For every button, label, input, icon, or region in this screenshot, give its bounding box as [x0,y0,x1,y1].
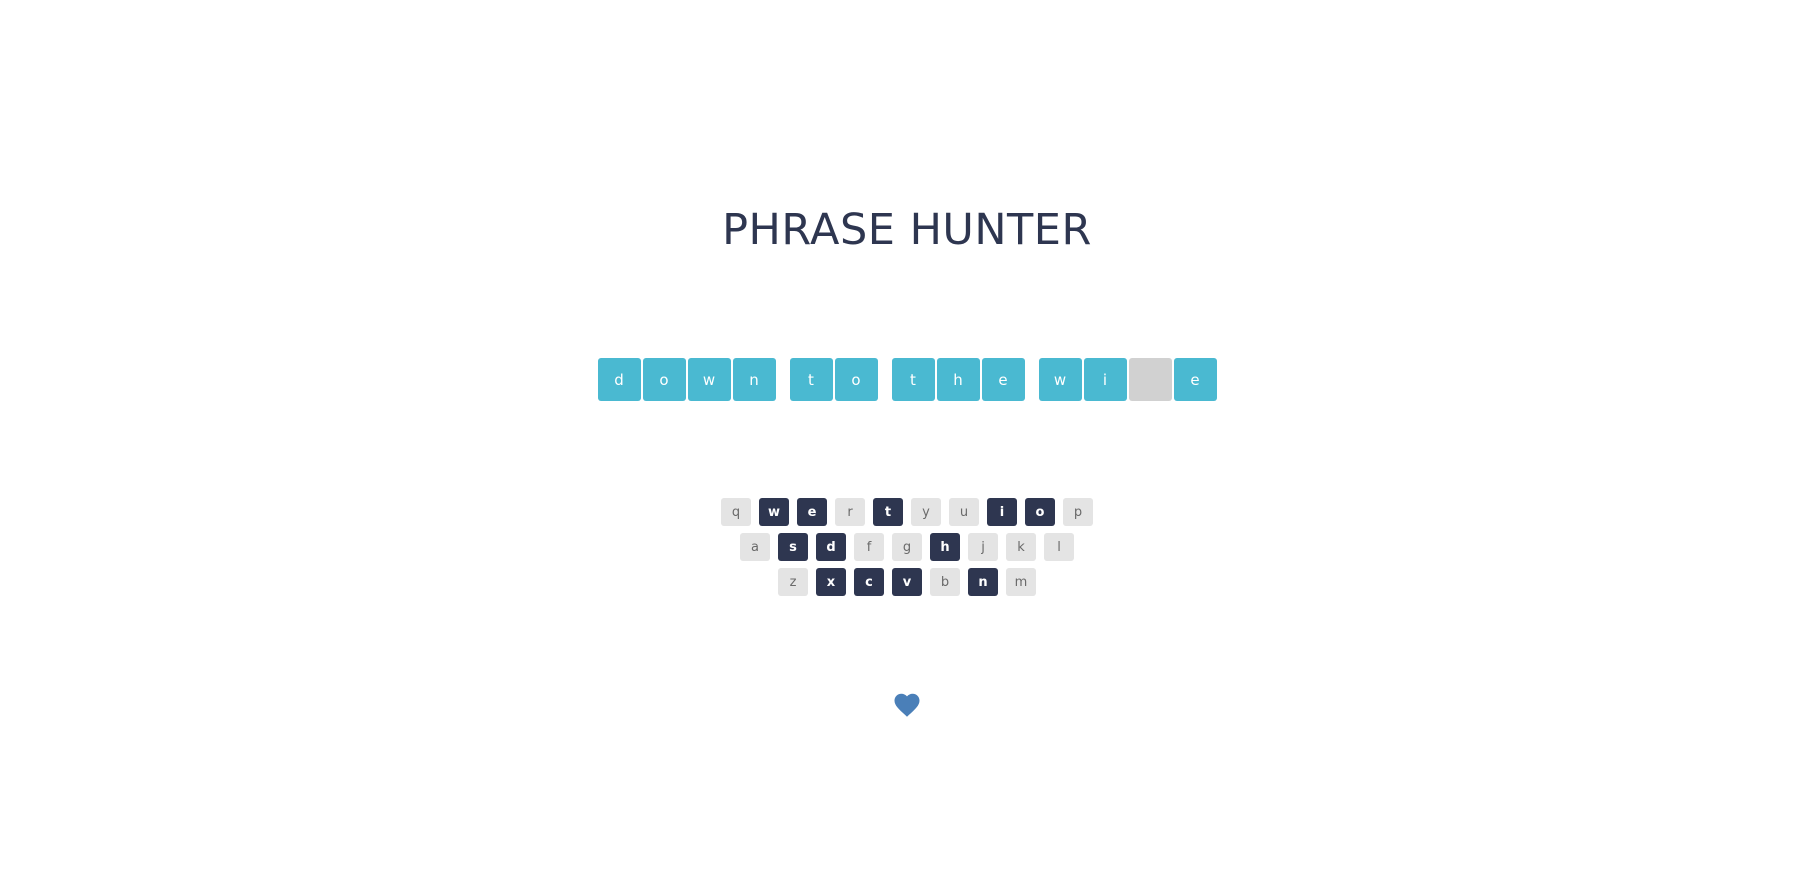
letter-tile: d [597,358,641,401]
hidden-letter-tile [1128,358,1172,401]
letter-tile: o [642,358,686,401]
key-x[interactable]: x [816,568,846,596]
key-w[interactable]: w [759,498,789,526]
key-a[interactable]: a [740,533,770,561]
key-o[interactable]: o [1025,498,1055,526]
key-d[interactable]: d [816,533,846,561]
heart-icon [892,690,922,724]
key-e[interactable]: e [797,498,827,526]
key-r[interactable]: r [835,498,865,526]
letter-tile: n [732,358,776,401]
key-p[interactable]: p [1063,498,1093,526]
key-u[interactable]: u [949,498,979,526]
key-z[interactable]: z [778,568,808,596]
keyboard-row: asdfghjkl [0,533,1814,561]
key-v[interactable]: v [892,568,922,596]
key-t[interactable]: t [873,498,903,526]
phrase-word: the [891,358,1026,401]
key-i[interactable]: i [987,498,1017,526]
key-j[interactable]: j [968,533,998,561]
letter-tile: t [891,358,935,401]
letter-tile: e [981,358,1025,401]
key-s[interactable]: s [778,533,808,561]
key-f[interactable]: f [854,533,884,561]
key-l[interactable]: l [1044,533,1074,561]
lives-scoreboard [0,690,1814,724]
phrase-board: downtothewie [0,358,1814,401]
key-y[interactable]: y [911,498,941,526]
phrase-word: down [597,358,777,401]
letter-tile: e [1173,358,1217,401]
key-m[interactable]: m [1006,568,1036,596]
letter-tile: i [1083,358,1127,401]
key-b[interactable]: b [930,568,960,596]
phrase-word: wi e [1038,358,1218,401]
key-k[interactable]: k [1006,533,1036,561]
key-h[interactable]: h [930,533,960,561]
keyboard-row: qwertyuiop [0,498,1814,526]
letter-tile: h [936,358,980,401]
letter-tile: t [789,358,833,401]
letter-tile: o [834,358,878,401]
key-c[interactable]: c [854,568,884,596]
phrase-word: to [789,358,879,401]
key-n[interactable]: n [968,568,998,596]
letter-tile: w [1038,358,1082,401]
key-g[interactable]: g [892,533,922,561]
game-screen: PHRASE HUNTER downtothewie qwertyuiopasd… [0,0,1814,895]
key-q[interactable]: q [721,498,751,526]
onscreen-keyboard: qwertyuiop asdfghjkl zxcvbnm [0,498,1814,603]
keyboard-row: zxcvbnm [0,568,1814,596]
page-title: PHRASE HUNTER [722,205,1092,255]
letter-tile: w [687,358,731,401]
